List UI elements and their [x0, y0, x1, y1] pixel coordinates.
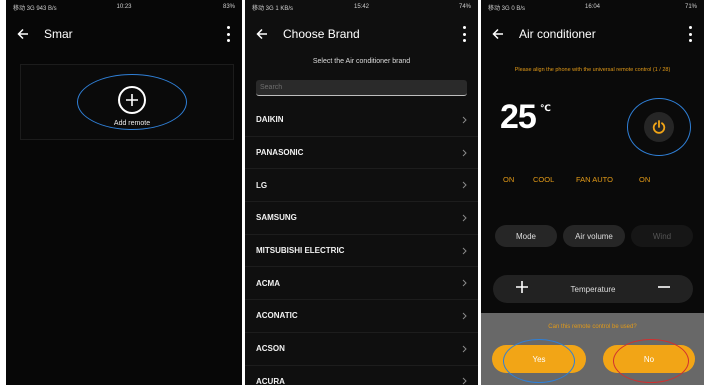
status-bar: 移动 3G 0 B/s 16:04 71%: [481, 0, 704, 14]
chevron-right-icon: [460, 181, 468, 189]
status-fan: FAN AUTO: [576, 175, 613, 184]
chevron-right-icon: [460, 345, 468, 353]
brand-label: SAMSUNG: [256, 213, 297, 223]
brand-row-acura[interactable]: ACURA: [245, 366, 478, 385]
chevron-right-icon: [460, 312, 468, 320]
app-bar: Air conditioner: [481, 20, 704, 48]
chevron-right-icon: [460, 377, 468, 385]
status-network: 移动 3G 1 KB/s: [252, 5, 294, 12]
brand-label: ACMA: [256, 278, 280, 288]
more-options-icon[interactable]: [222, 26, 234, 42]
brand-row-acson[interactable]: ACSON: [245, 333, 478, 366]
highlight-oval: [503, 339, 575, 383]
brand-row-mitsubishi-electric[interactable]: MITSUBISHI ELECTRIC: [245, 235, 478, 268]
brand-label: ACONATIC: [256, 311, 298, 321]
chevron-right-icon: [460, 214, 468, 222]
brand-label: ACURA: [256, 376, 285, 385]
brand-label: MITSUBISHI ELECTRIC: [256, 246, 345, 256]
mode-button[interactable]: Mode: [495, 225, 557, 247]
status-network: 移动 3G 943 B/s: [13, 5, 57, 12]
more-options-icon[interactable]: [458, 26, 470, 42]
status-network: 移动 3G 0 B/s: [488, 5, 526, 12]
chevron-right-icon: [460, 279, 468, 287]
page-title: Air conditioner: [519, 27, 596, 41]
highlight-oval: [627, 98, 691, 156]
plus-icon[interactable]: [515, 280, 529, 299]
status-swing: ON: [639, 175, 651, 184]
status-time: 10:23: [116, 4, 132, 10]
test-prompt-question: Can this remote control be used?: [548, 324, 637, 330]
chevron-right-icon: [460, 247, 468, 255]
status-time: 16:04: [584, 4, 601, 10]
status-bar: 移动 3G 943 B/s 10:23 83%: [6, 0, 242, 14]
status-battery: 74%: [458, 4, 471, 10]
air-volume-button[interactable]: Air volume: [563, 225, 625, 247]
temperature-label: Temperature: [570, 284, 616, 294]
brand-row-daikin[interactable]: DAIKIN: [245, 104, 478, 137]
back-arrow-icon[interactable]: [485, 21, 511, 47]
brand-row-aconatic[interactable]: ACONATIC: [245, 300, 478, 333]
choose-brand-screen: 移动 3G 1 KB/s 15:42 74% Choose Brand Sele…: [245, 0, 478, 385]
brand-subtitle: Select the Air conditioner brand: [312, 58, 411, 65]
back-arrow-icon[interactable]: [249, 21, 275, 47]
brand-label: ACSON: [256, 344, 285, 354]
status-mode: COOL: [533, 175, 555, 184]
align-instruction: Please align the phone with the universa…: [514, 67, 671, 73]
status-battery: 83%: [222, 4, 235, 10]
brand-row-acma[interactable]: ACMA: [245, 267, 478, 301]
status-time: 15:42: [353, 4, 370, 10]
status-battery: 71%: [684, 4, 697, 10]
brand-label: PANASONIC: [256, 148, 304, 158]
temperature-unit: ℃: [540, 103, 551, 113]
chevron-right-icon: [460, 149, 468, 157]
highlight-oval: [77, 74, 187, 130]
app-bar: Choose Brand: [245, 20, 478, 48]
highlight-oval-red: [613, 339, 689, 383]
brand-row-panasonic[interactable]: PANASONIC: [245, 137, 478, 170]
status-bar: 移动 3G 1 KB/s 15:42 74%: [245, 0, 478, 14]
minus-icon[interactable]: [657, 280, 671, 299]
status-power: ON: [503, 175, 515, 184]
back-arrow-icon[interactable]: [10, 21, 36, 47]
app-bar: Smar: [6, 20, 242, 48]
brand-label: DAIKIN: [256, 115, 284, 125]
temperature-control: Temperature: [493, 275, 693, 303]
home-screen: 移动 3G 943 B/s 10:23 83% Smar Add remote: [6, 0, 242, 385]
page-title: Smar: [44, 27, 73, 41]
wind-button[interactable]: Wind: [631, 225, 693, 247]
search-input[interactable]: Search: [256, 80, 467, 96]
chevron-right-icon: [460, 116, 468, 124]
more-options-icon[interactable]: [684, 26, 696, 42]
brand-list: DAIKIN PANASONIC LG SAMSUNG MITSUBISHI E…: [245, 104, 478, 385]
brand-label: LG: [256, 180, 268, 190]
air-conditioner-remote-screen: 移动 3G 0 B/s 16:04 71% Air conditioner Pl…: [481, 0, 704, 385]
brand-row-samsung[interactable]: SAMSUNG: [245, 202, 478, 235]
temperature-value: 25: [500, 98, 537, 136]
brand-row-lg[interactable]: LG: [245, 169, 478, 203]
page-title: Choose Brand: [283, 27, 360, 41]
